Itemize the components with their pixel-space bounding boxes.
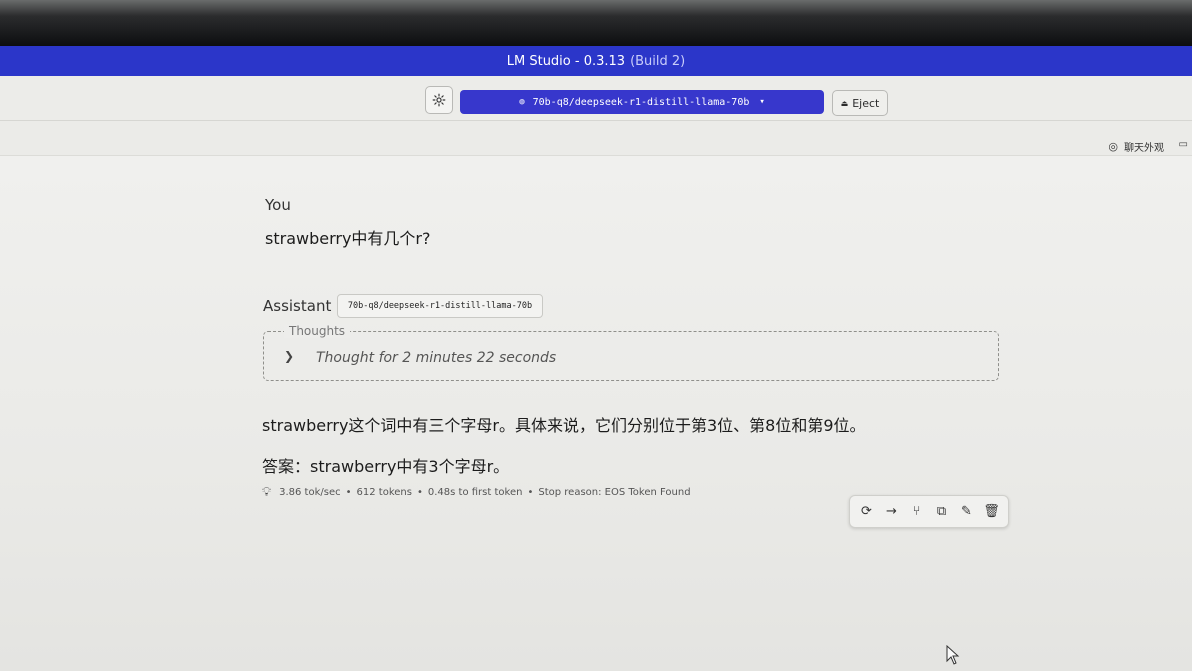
gear-icon bbox=[432, 93, 446, 107]
eject-label: Eject bbox=[852, 96, 880, 110]
continue-icon[interactable]: → bbox=[882, 504, 902, 519]
assistant-answer-line-1: strawberry这个词中有三个字母r。具体来说，它们分别位于第3位、第8位和… bbox=[262, 416, 866, 435]
assistant-role-label: Assistant bbox=[263, 297, 332, 315]
stat-first-token: 0.48s to first token bbox=[427, 487, 523, 498]
model-selector-label: 70b-q8/deepseek-r1-distill-llama-70b bbox=[532, 96, 750, 108]
palette-icon: ◎ bbox=[1108, 140, 1118, 153]
settings-button[interactable] bbox=[425, 86, 453, 114]
thoughts-label: Thoughts bbox=[284, 324, 351, 338]
regenerate-icon[interactable]: ⟳ bbox=[857, 504, 877, 519]
assistant-model-tag: 70b-q8/deepseek-r1-distill-llama-70b bbox=[337, 294, 543, 318]
mouse-cursor-icon bbox=[946, 645, 960, 665]
branch-icon[interactable]: ⑂ bbox=[907, 504, 927, 519]
chevron-right-icon[interactable]: ❯ bbox=[284, 349, 294, 363]
assistant-answer-line-2: 答案：strawberry中有3个字母r。 bbox=[262, 457, 510, 476]
generation-stats: 💡︎ 3.86 tok/sec • 612 tokens • 0.48s to … bbox=[262, 485, 691, 500]
thoughts-summary: Thought for 2 minutes 22 seconds bbox=[316, 350, 557, 366]
model-selector[interactable]: ◍ 70b-q8/deepseek-r1-distill-llama-70b ▾ bbox=[460, 90, 824, 114]
thoughts-panel[interactable]: Thoughts ❯ Thought for 2 minutes 22 seco… bbox=[263, 324, 999, 381]
edit-icon[interactable]: ✎ bbox=[957, 504, 977, 519]
model-icon: ◍ bbox=[519, 97, 525, 107]
stat-speed: 3.86 tok/sec bbox=[279, 487, 341, 498]
top-toolbar: ◍ 70b-q8/deepseek-r1-distill-llama-70b ▾… bbox=[0, 76, 1192, 121]
chat-subbar: ◎ 聊天外观 ▭ bbox=[0, 121, 1192, 156]
user-message: strawberry中有几个r? bbox=[265, 229, 431, 248]
eject-button[interactable]: ⏏ Eject bbox=[832, 90, 888, 116]
message-actions-toolbar: ⟳ → ⑂ ⧉ ✎ 🗑︎ bbox=[849, 495, 1009, 528]
chat-appearance-label: 聊天外观 bbox=[1124, 143, 1164, 154]
delete-icon[interactable]: 🗑︎ bbox=[982, 504, 1002, 519]
build-label: (Build 2) bbox=[630, 53, 686, 69]
window-titlebar: LM Studio - 0.3.13 (Build 2) bbox=[0, 46, 1192, 76]
chat-bubble-icon[interactable]: ▭ bbox=[1179, 139, 1188, 150]
stat-stop-reason: Stop reason: EOS Token Found bbox=[538, 487, 691, 498]
eject-icon: ⏏ bbox=[840, 98, 849, 108]
chevron-down-icon: ▾ bbox=[759, 97, 765, 107]
user-role-label: You bbox=[265, 196, 291, 214]
monitor-bezel bbox=[0, 0, 1192, 46]
lightbulb-icon: 💡︎ bbox=[262, 485, 272, 500]
chat-appearance-button[interactable]: ◎ 聊天外观 bbox=[1108, 139, 1164, 154]
window-title: LM Studio - 0.3.13 bbox=[506, 53, 626, 69]
stat-tokens: 612 tokens bbox=[356, 487, 412, 498]
copy-icon[interactable]: ⧉ bbox=[932, 504, 952, 519]
